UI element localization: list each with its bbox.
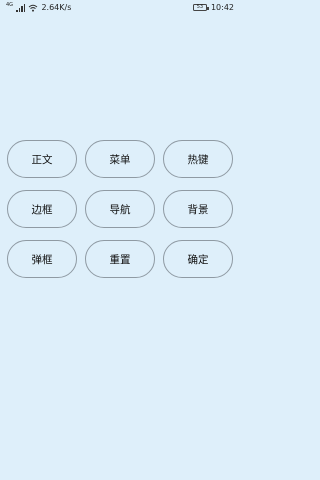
- hotkey-button[interactable]: 热键: [163, 140, 233, 178]
- dialog-button[interactable]: 弹框: [7, 240, 77, 278]
- body-text-button[interactable]: 正文: [7, 140, 77, 178]
- navigation-button[interactable]: 导航: [85, 190, 155, 228]
- reset-button[interactable]: 重置: [85, 240, 155, 278]
- menu-button[interactable]: 菜单: [85, 140, 155, 178]
- button-grid: 正文 菜单 热键 边框 导航 背景 弹框 重置 确定: [0, 0, 240, 480]
- border-button[interactable]: 边框: [7, 190, 77, 228]
- background-button[interactable]: 背景: [163, 190, 233, 228]
- confirm-button[interactable]: 确定: [163, 240, 233, 278]
